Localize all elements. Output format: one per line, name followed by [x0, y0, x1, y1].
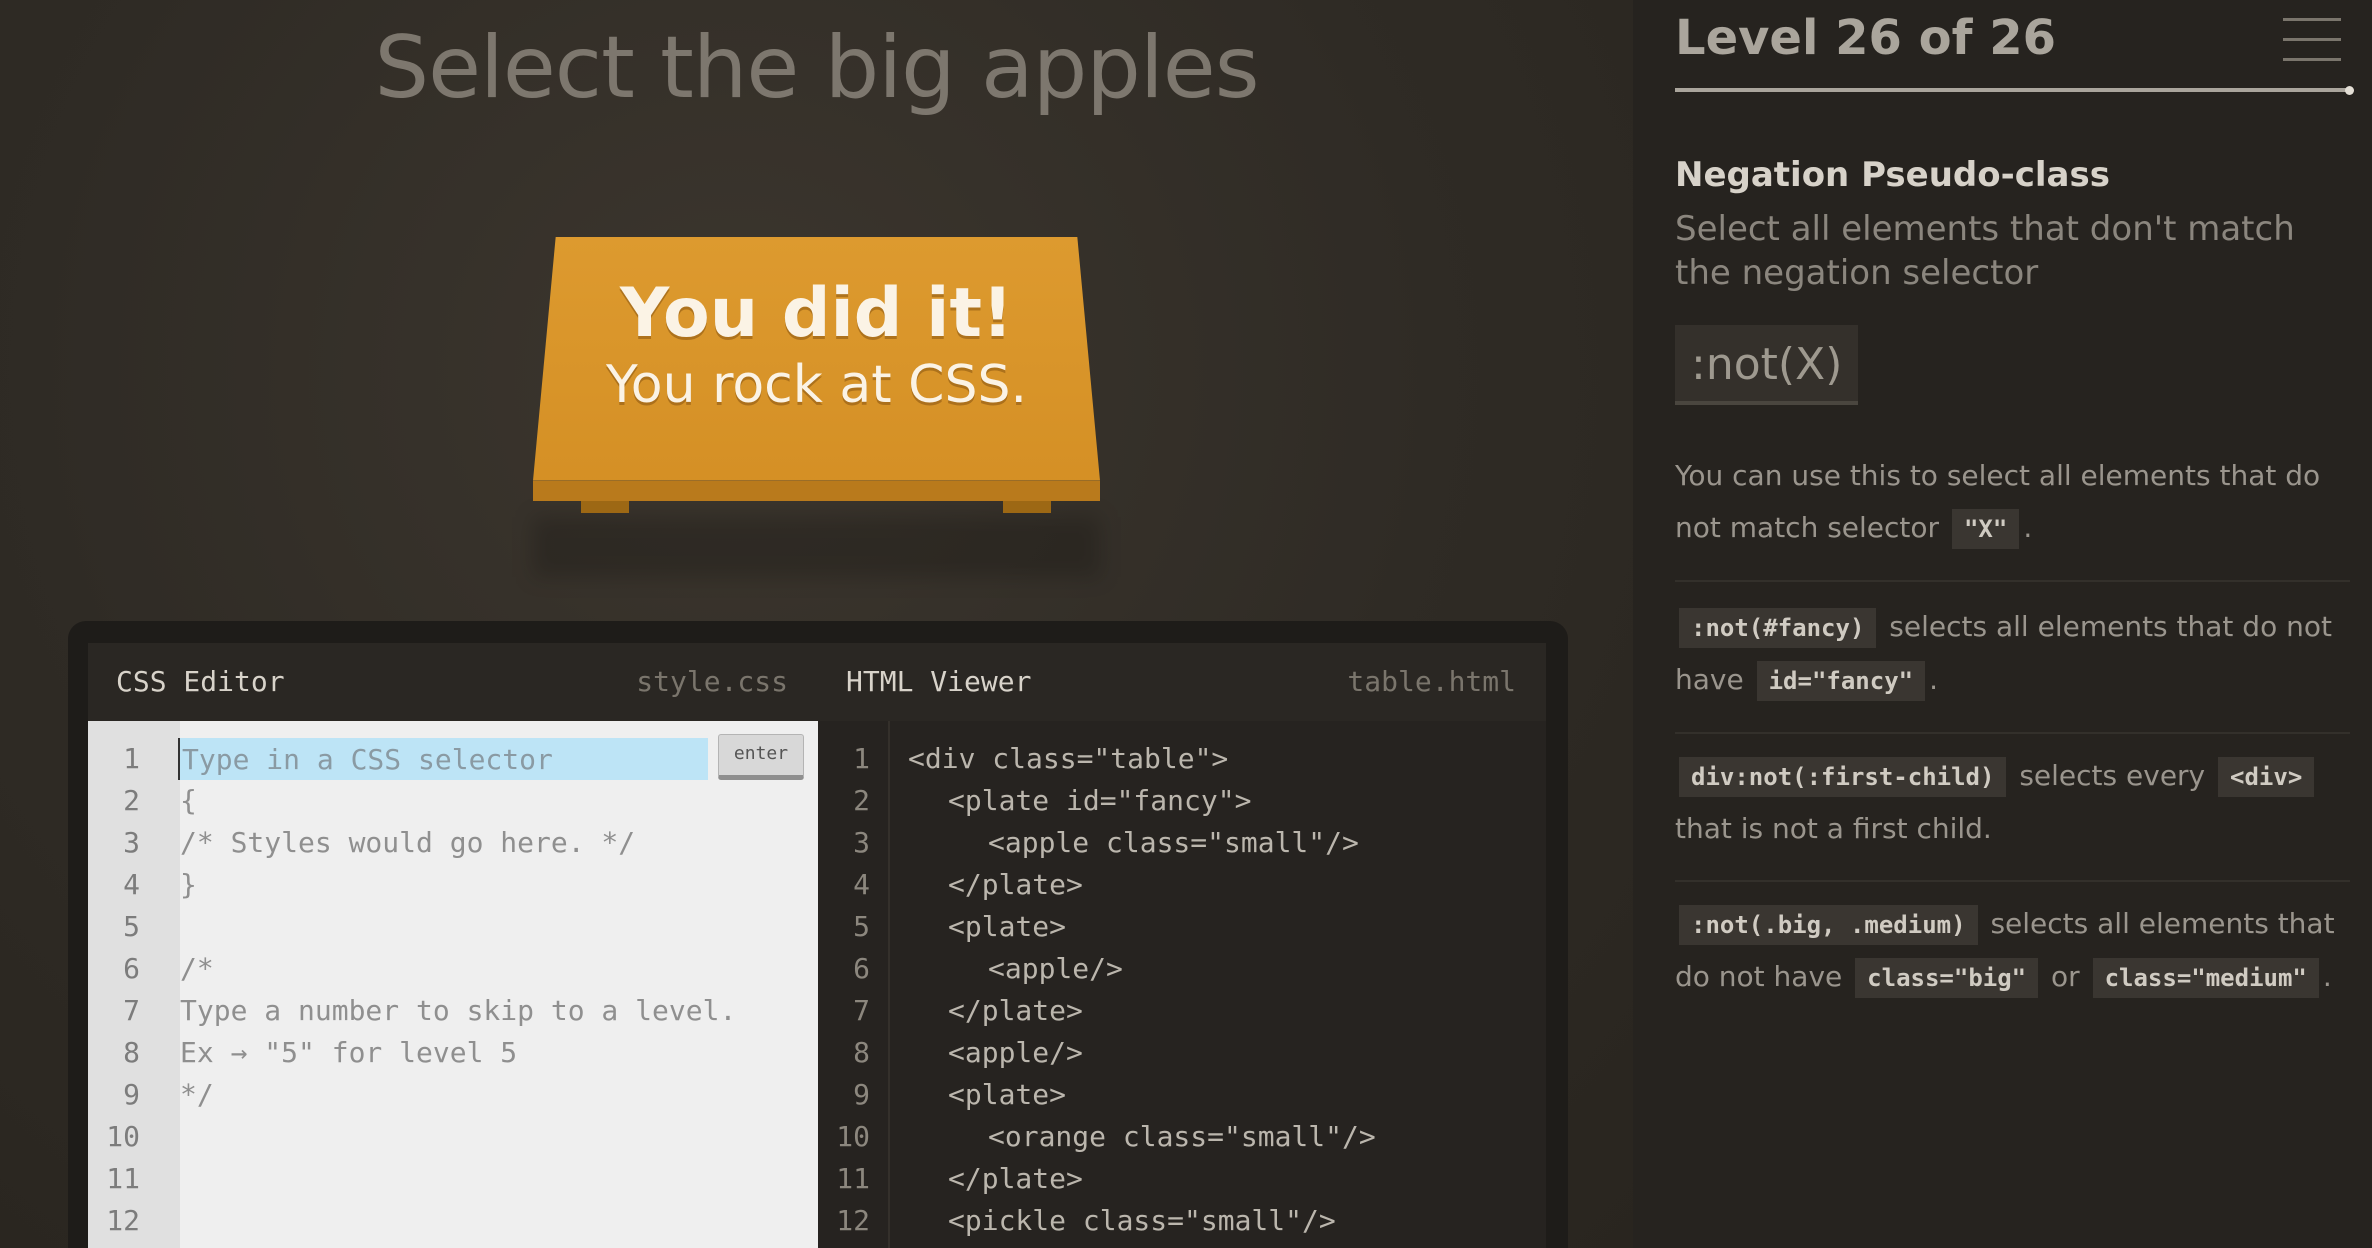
css-editor-header: CSS Editor style.css	[88, 643, 818, 721]
table-leg-right	[1003, 501, 1051, 513]
selector-syntax: :not(X)	[1675, 325, 1859, 405]
hint-period: .	[2023, 511, 2033, 544]
selector-name: Negation Pseudo-class	[1675, 155, 2110, 195]
line-number: 4	[853, 868, 870, 901]
win-subtitle: You rock at CSS.	[605, 355, 1028, 415]
line-number: 1	[123, 742, 140, 775]
line-number: 2	[853, 784, 870, 817]
line-number: 3	[853, 826, 870, 859]
html-code-line[interactable]: </plate>	[948, 864, 1083, 906]
level-instruction: Select the big apples	[374, 18, 1259, 118]
html-viewer-filename: table.html	[1347, 665, 1516, 698]
example-code: :not(.big, .medium)	[1679, 905, 1978, 945]
example-text: or	[2042, 960, 2089, 993]
table-leg-left	[581, 501, 629, 513]
hamburger-icon	[2283, 38, 2341, 41]
line-number: 8	[123, 1036, 140, 1069]
line-number: 12	[106, 1204, 140, 1237]
html-code-line[interactable]: <orange class="small"/>	[988, 1116, 1376, 1158]
editor-panel: CSS Editor style.css HTML Viewer table.h…	[68, 621, 1568, 1248]
line-number: 11	[836, 1162, 870, 1195]
html-code-line[interactable]: </plate>	[948, 1158, 1083, 1200]
win-title: You did it!	[620, 274, 1013, 353]
html-code-line[interactable]: <plate>	[948, 906, 1066, 948]
css-code-line: */	[180, 1078, 214, 1111]
example-item: :not(.big, .medium) selects all elements…	[1675, 898, 2355, 1004]
html-viewer-title: HTML Viewer	[846, 665, 1032, 698]
line-number: 6	[853, 952, 870, 985]
line-number: 12	[836, 1204, 870, 1237]
example-divider	[1675, 880, 2350, 882]
level-progress-fill	[1675, 88, 2350, 92]
example-code: id="fancy"	[1756, 661, 1926, 701]
html-code-line[interactable]: <apple/>	[948, 1032, 1083, 1074]
example-code: class="medium"	[2092, 958, 2319, 998]
css-line-numbers: 1 2 3 4 5 6 7 8 9 10 11 12	[88, 721, 180, 1248]
example-text: .	[2322, 960, 2332, 993]
css-code-line: /* Styles would go here. */	[180, 826, 636, 859]
hamburger-icon	[2283, 58, 2341, 61]
line-number: 10	[836, 1120, 870, 1153]
css-code-line: }	[180, 868, 197, 901]
line-number: 7	[123, 994, 140, 1027]
css-editor-filename: style.css	[636, 665, 788, 698]
example-text: .	[1929, 663, 1939, 696]
line-number: 7	[853, 994, 870, 1027]
hamburger-icon	[2283, 18, 2341, 21]
css-code-line: Ex → "5" for level 5	[180, 1036, 518, 1069]
table-shadow	[533, 517, 1100, 577]
example-divider	[1675, 580, 2350, 582]
css-editor-body: 123456789101112 enter {/* Styles would g…	[88, 721, 818, 1248]
html-line-numbers: 1 2 3 4 5 6 7 8 9 10 11 12	[818, 721, 890, 1248]
line-number: 5	[123, 910, 140, 943]
level-sidebar: Level 26 of 26 Negation Pseudo-class Sel…	[1633, 0, 2372, 1248]
level-progress-bar	[1675, 88, 2350, 92]
line-number: 11	[106, 1162, 140, 1195]
line-number: 2	[123, 784, 140, 817]
html-code-line[interactable]: <pickle class="small"/>	[948, 1200, 1336, 1242]
line-number: 1	[853, 742, 870, 775]
example-item: :not(#fancy) selects all elements that d…	[1675, 601, 2355, 707]
html-code-line[interactable]: <plate id="fancy">	[948, 780, 1251, 822]
line-number: 6	[123, 952, 140, 985]
example-code: :not(#fancy)	[1679, 608, 1877, 648]
example-divider	[1675, 732, 2350, 734]
css-code-line: /*	[180, 952, 214, 985]
enter-button[interactable]: enter	[718, 734, 804, 780]
example-item: div:not(:first-child) selects every <div…	[1675, 750, 2355, 855]
game-table: You did it! You rock at CSS.	[533, 237, 1100, 577]
progress-marker	[2345, 86, 2354, 95]
html-viewer-body: 1 2 3 4 5 6 7 8 9 10 11 12 <div class="table"> <plat…	[818, 721, 1546, 1248]
html-code-line[interactable]: <plate>	[948, 1074, 1066, 1116]
line-number: 8	[853, 1036, 870, 1069]
example-text: that is not a first child.	[1675, 812, 1992, 845]
line-number: 5	[853, 910, 870, 943]
html-code-line[interactable]: <apple class="small"/>	[988, 822, 1359, 864]
example-code: div:not(:first-child)	[1679, 757, 2007, 797]
line-number: 9	[123, 1078, 140, 1111]
html-viewer-header: HTML Viewer table.html	[818, 643, 1546, 721]
html-code-line[interactable]: <div class="table">	[908, 738, 1228, 780]
example-code: class="big"	[1855, 958, 2039, 998]
hint-code: "X"	[1951, 509, 2020, 549]
html-code-line[interactable]: </plate>	[948, 990, 1083, 1032]
game-area: Select the big apples You did it! You ro…	[0, 0, 1633, 1248]
css-editor-title: CSS Editor	[116, 665, 285, 698]
level-indicator: Level 26 of 26	[1675, 10, 2057, 66]
line-number: 9	[853, 1078, 870, 1111]
selector-hint: You can use this to select all elements …	[1675, 450, 2355, 555]
css-selector-input[interactable]	[178, 738, 708, 780]
css-code-line: {	[180, 784, 197, 817]
table-edge	[533, 481, 1100, 501]
level-menu-button[interactable]	[2283, 18, 2341, 64]
css-code-line: Type a number to skip to a level.	[180, 994, 737, 1027]
example-text: selects every	[2010, 759, 2215, 792]
html-code-line[interactable]: <apple/>	[988, 948, 1123, 990]
line-number: 10	[106, 1120, 140, 1153]
line-number: 3	[123, 826, 140, 859]
line-number: 4	[123, 868, 140, 901]
selector-description: Select all elements that don't match the…	[1675, 209, 2295, 293]
example-code: <div>	[2218, 757, 2315, 797]
